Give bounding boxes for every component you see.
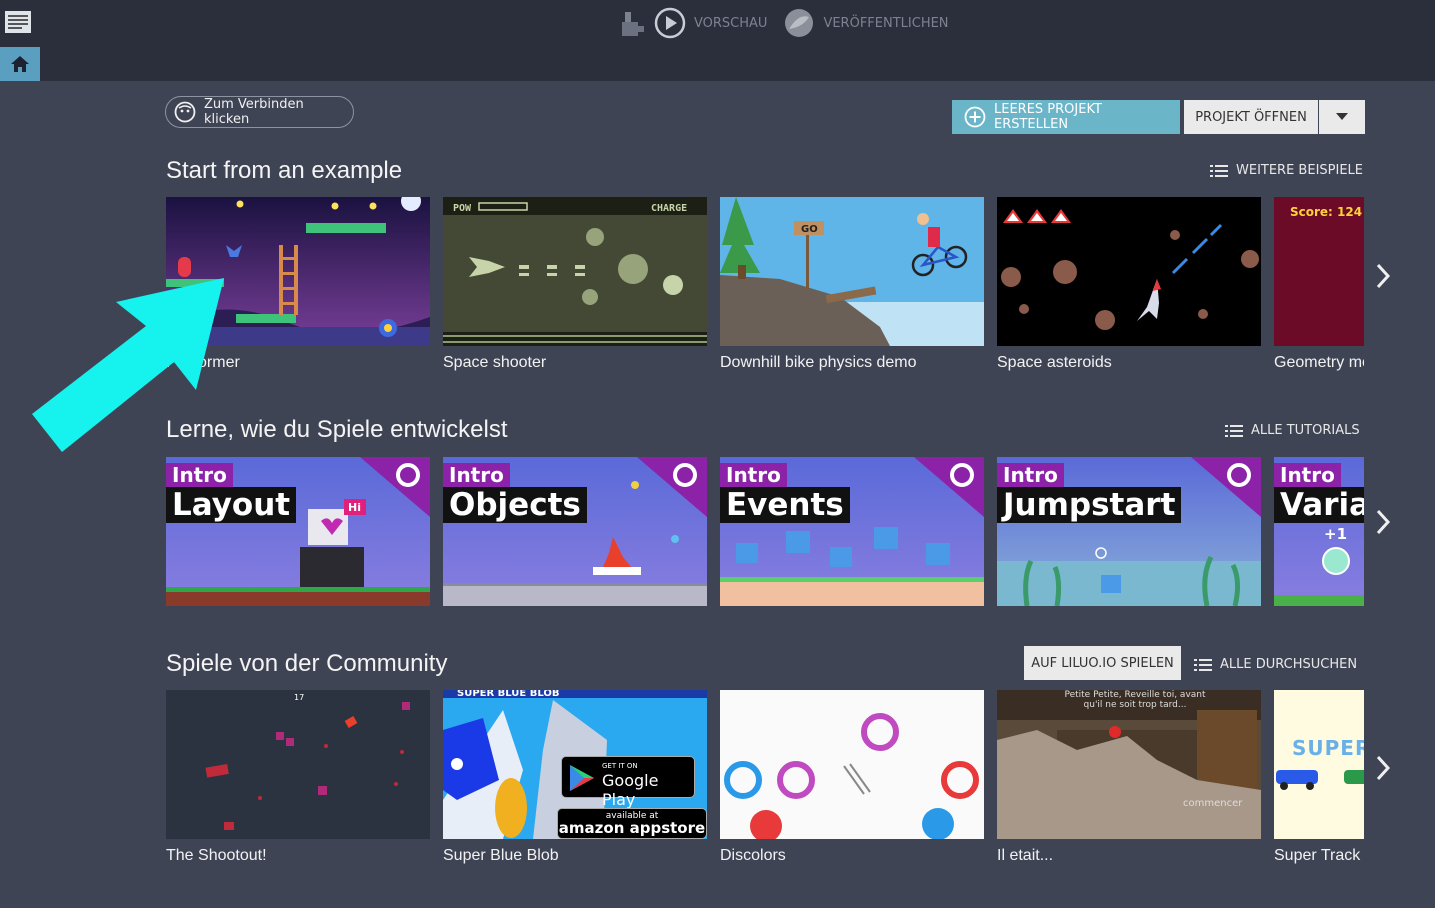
list-icon: [1194, 658, 1212, 671]
publish-icon[interactable]: [783, 7, 815, 39]
home-icon: [11, 56, 29, 72]
pointer-arrow-icon: [32, 278, 224, 452]
example-card-downhill-bike[interactable]: GO Downhill bike physics demo: [720, 197, 984, 372]
google-play-small: GET IT ON: [602, 762, 638, 770]
community-card-super-track[interactable]: SUPER Super Track: [1274, 690, 1364, 865]
community-title: Spiele von der Community: [166, 650, 448, 677]
browse-all-label: ALLE DURCHSUCHEN: [1220, 657, 1358, 672]
shooter-hud-left: POW: [453, 203, 472, 214]
example-card-space-asteroids[interactable]: Space asteroids: [997, 197, 1261, 372]
tutorial-card-variables[interactable]: Intro Variables +1: [1274, 457, 1364, 606]
card-label: The Shootout!: [166, 847, 267, 864]
more-examples-label: WEITERE BEISPIELE: [1236, 163, 1363, 178]
card-label: Super Track: [1274, 847, 1361, 864]
story-caption: Petite Petite, Reveille toi, avant qu'il…: [1064, 690, 1206, 710]
score-text: Score: 124: [1290, 205, 1363, 219]
shootout-hud-count: 17: [294, 693, 304, 702]
card-label: Geometry monster: [1274, 354, 1364, 371]
tutorials-next-chevron-icon[interactable]: [1372, 507, 1394, 537]
example-card-geometry-monster[interactable]: Score: 124 Geometry monster: [1274, 197, 1364, 372]
tutorial-thumbnail: Intro Layout Hi: [166, 457, 430, 606]
tutorial-card-jumpstart[interactable]: Intro Jumpstart: [997, 457, 1261, 606]
tutorial-thumbnail: Intro Jumpstart: [997, 457, 1261, 606]
community-card-il-etait[interactable]: Petite Petite, Reveille toi, avant qu'il…: [997, 690, 1261, 865]
community-card-discolors[interactable]: Discolors: [720, 690, 984, 865]
community-thumbnail: [720, 690, 984, 839]
card-label: Space shooter: [443, 354, 547, 371]
card-label: Space asteroids: [997, 354, 1112, 371]
connect-button[interactable]: Zum Verbinden klicken: [165, 96, 354, 128]
more-examples-link[interactable]: WEITERE BEISPIELE: [1210, 163, 1363, 178]
open-project-dropdown[interactable]: [1319, 100, 1365, 134]
card-label: Discolors: [720, 847, 786, 864]
community-card-super-blue-blob[interactable]: SUPER BLUE BLOB GET IT ON Google Play av…: [443, 690, 707, 865]
new-project-button[interactable]: LEERES PROJEKT ERSTELLEN: [952, 100, 1180, 134]
preview-button[interactable]: VORSCHAU: [694, 16, 767, 31]
community-row: 17 The Shootout! SUPER BLUE BLOB GET IT …: [166, 690, 1364, 876]
blob-banner-text: SUPER BLUE BLOB: [457, 690, 560, 699]
open-project-button[interactable]: PROJEKT ÖFFNEN: [1184, 100, 1318, 134]
amazon-appstore-badge[interactable]: available at amazon appstore: [557, 808, 707, 839]
home-tab[interactable]: [0, 47, 40, 81]
example-thumbnail: GO: [720, 197, 984, 346]
tutorial-card-layout[interactable]: Intro Layout Hi: [166, 457, 430, 606]
card-label: Il etait...: [997, 847, 1054, 864]
chevron-down-icon: [1336, 113, 1348, 120]
example-thumbnail: Score: 124: [1274, 197, 1364, 346]
start-sign: commencer: [1183, 798, 1243, 809]
liluo-play-label: AUF LILUO.IO SPIELEN: [1031, 655, 1174, 671]
examples-title: Start from an example: [166, 157, 403, 184]
debugger-icon[interactable]: [620, 8, 646, 38]
community-next-chevron-icon[interactable]: [1372, 753, 1394, 783]
list-icon: [1210, 164, 1228, 177]
tutorial-card-objects[interactable]: Intro Objects: [443, 457, 707, 606]
example-card-space-shooter[interactable]: POW CHARGE Space shooter: [443, 197, 707, 372]
plus-circle-icon: [964, 106, 986, 128]
liluo-play-button[interactable]: AUF LILUO.IO SPIELEN: [1024, 646, 1181, 680]
community-card-shootout[interactable]: 17 The Shootout!: [166, 690, 430, 865]
community-thumbnail: 17: [166, 690, 430, 839]
examples-row: Platformer POW CHARGE Space shooter GO D…: [166, 197, 1364, 377]
shooter-hud-right: CHARGE: [651, 203, 687, 214]
open-project-label: PROJEKT ÖFFNEN: [1195, 109, 1307, 125]
all-tutorials-label: ALLE TUTORIALS: [1251, 423, 1360, 438]
bike-sign-text: GO: [801, 224, 818, 235]
google-play-big: Google Play: [602, 771, 659, 809]
connect-label: Zum Verbinden klicken: [203, 97, 304, 127]
community-thumbnail: SUPER BLUE BLOB GET IT ON Google Play av…: [443, 690, 707, 839]
start-page: Zum Verbinden klicken LEERES PROJEKT ERS…: [0, 81, 1435, 908]
list-icon: [1225, 424, 1243, 437]
examples-next-chevron-icon[interactable]: [1372, 261, 1394, 291]
google-play-icon: [570, 765, 594, 791]
tutorial-bubble-text: Hi: [348, 501, 361, 514]
preview-play-icon[interactable]: [654, 7, 686, 39]
google-play-badge[interactable]: GET IT ON Google Play: [561, 756, 695, 809]
community-thumbnail: Petite Petite, Reveille toi, avant qu'il…: [997, 690, 1261, 839]
tutorial-thumbnail: Intro Variables +1: [1274, 457, 1364, 606]
tutorial-thumbnail: Intro Objects: [443, 457, 707, 606]
tutorial-thumbnail: Intro Events: [720, 457, 984, 606]
tutorial-card-events[interactable]: Intro Events: [720, 457, 984, 606]
top-toolbar: VORSCHAU VERÖFFENTLICHEN: [0, 0, 1435, 81]
card-label: Super Blue Blob: [443, 847, 559, 864]
card-label: Downhill bike physics demo: [720, 354, 917, 371]
amazon-big: amazon appstore: [558, 819, 706, 837]
new-project-label: LEERES PROJEKT ERSTELLEN: [993, 102, 1102, 132]
community-thumbnail: SUPER: [1274, 690, 1364, 839]
tutorials-row: Intro Layout Hi Intro Objects Intro Even…: [166, 457, 1364, 607]
browse-all-link[interactable]: ALLE DURCHSUCHEN: [1194, 657, 1357, 672]
menu-icon[interactable]: [4, 8, 32, 36]
example-thumbnail: [997, 197, 1261, 346]
example-thumbnail: POW CHARGE: [443, 197, 707, 346]
avatar-icon: [174, 101, 196, 123]
publish-button[interactable]: VERÖFFENTLICHEN: [823, 16, 948, 31]
all-tutorials-link[interactable]: ALLE TUTORIALS: [1225, 423, 1360, 438]
